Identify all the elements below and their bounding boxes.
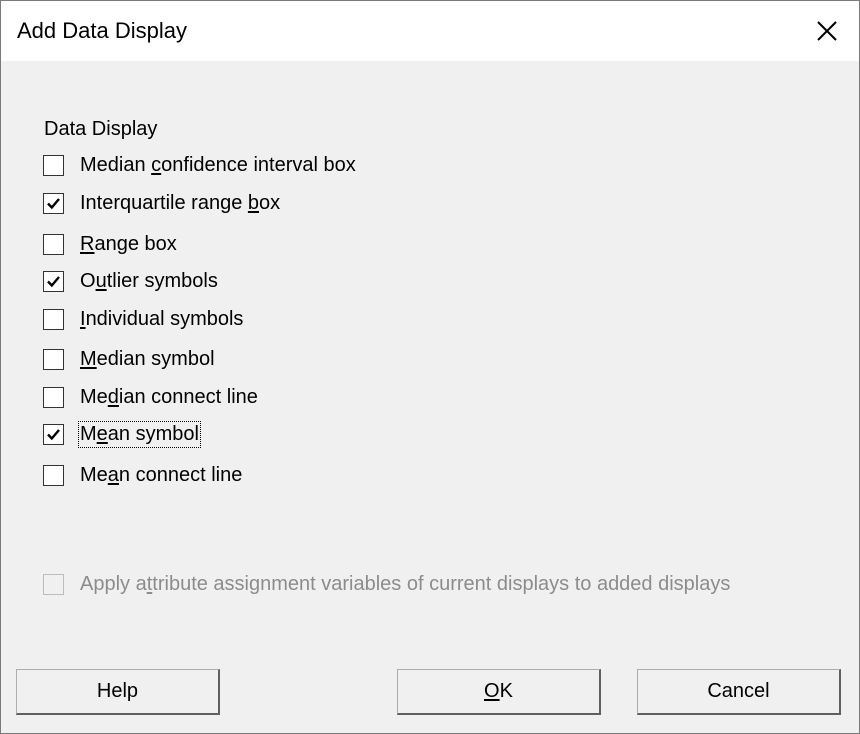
checkbox-label: Individual symbols [80,307,244,330]
checkmark-icon [47,428,60,440]
checkmark-icon [47,197,60,209]
close-button[interactable] [807,11,847,51]
checkbox-label: Median connect line [80,385,258,408]
checkbox-box[interactable] [43,348,64,370]
ok-button[interactable]: OK [397,669,601,715]
checkbox-label: Mean connect line [80,463,243,486]
checkbox-box[interactable] [43,386,64,408]
checkbox-label: Mean symbol [78,420,201,448]
checkbox-outlier-symbols[interactable]: Outlier symbols [43,268,218,294]
checkbox-label: Median symbol [80,347,215,370]
checkbox-range-box[interactable]: Range box [43,231,177,257]
checkbox-mean-connect-line[interactable]: Mean connect line [43,462,242,488]
checkbox-label: Interquartile range box [80,191,281,214]
cancel-button[interactable]: Cancel [637,669,841,715]
close-icon [817,21,837,41]
checkbox-median-connect-line[interactable]: Median connect line [43,384,258,410]
checkbox-box[interactable] [43,308,64,330]
checkbox-box[interactable] [43,423,64,445]
checkbox-individual-symbols[interactable]: Individual symbols [43,306,243,332]
checkmark-icon [47,275,60,287]
dialog-title: Add Data Display [17,18,187,43]
checkbox-apply-attribute-assignment: Apply attribute assignment variables of … [43,571,730,597]
data-display-group-label: Data Display [44,118,158,140]
checkbox-box [43,573,64,595]
checkbox-box[interactable] [43,270,64,292]
checkbox-label: Median confidence interval box [80,153,356,176]
checkbox-mean-symbol[interactable]: Mean symbol [43,420,201,448]
help-button[interactable]: Help [16,669,220,715]
checkbox-interquartile-range-box[interactable]: Interquartile range box [43,190,280,216]
add-data-display-dialog: Add Data Display Data Display Median con… [0,0,860,734]
checkbox-box[interactable] [43,464,64,486]
checkbox-label: Outlier symbols [80,269,218,292]
checkbox-label: Apply attribute assignment variables of … [80,572,731,595]
checkbox-box[interactable] [43,192,64,214]
checkbox-label: Range box [80,232,177,255]
checkbox-box[interactable] [43,154,64,176]
checkbox-median-symbol[interactable]: Median symbol [43,346,215,372]
checkbox-median-confidence-interval-box[interactable]: Median confidence interval box [43,152,356,178]
title-bar: Add Data Display [1,1,859,61]
checkbox-box[interactable] [43,233,64,255]
